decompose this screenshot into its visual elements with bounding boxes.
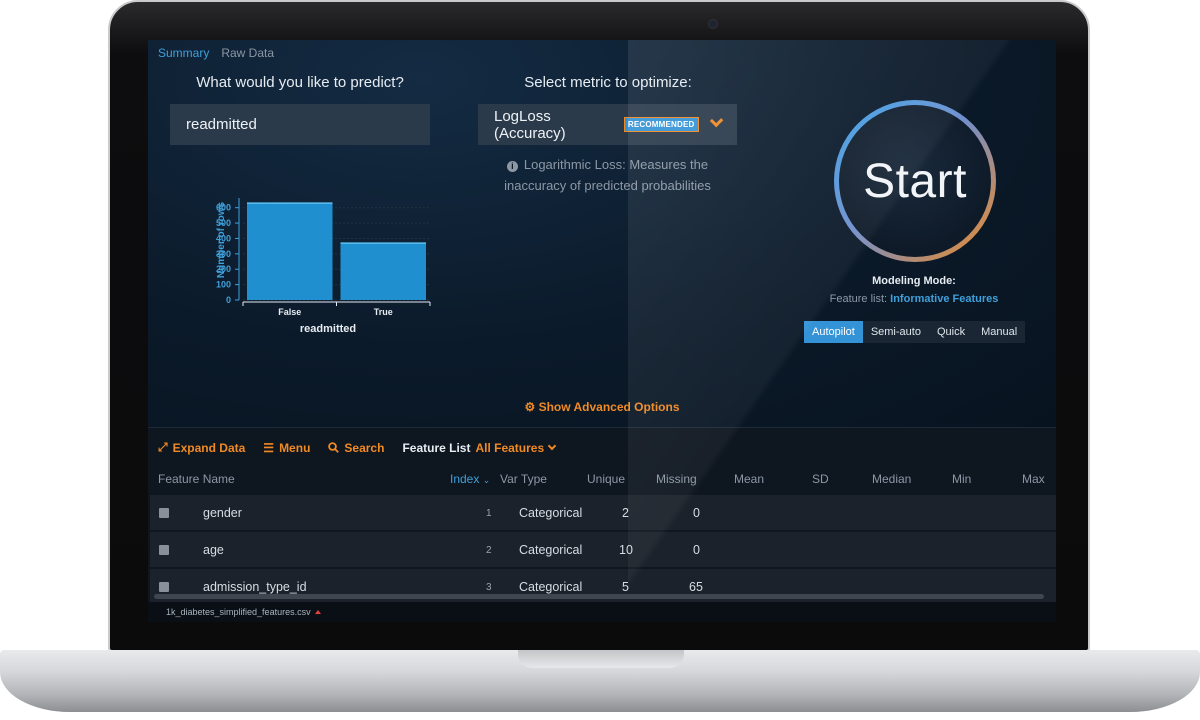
target-distribution-chart: 0100200300400500600 False True Number of … [216,198,431,335]
feature-var-type: Categorical [519,580,583,594]
col-max[interactable]: Max [1022,472,1045,486]
search-icon [328,442,340,453]
hamburger-icon: ☰ [263,440,275,455]
table-row[interactable]: gender 1 Categorical 2 0 [150,495,1056,531]
feature-list-selector[interactable]: Feature List All Features [402,440,557,455]
target-input[interactable]: readmitted [170,104,430,145]
chart-y-label: Number of rows [216,202,227,279]
feature-unique: 5 [622,580,629,594]
data-toolbar: ⤢ Expand Data ☰ Menu Search Feature List… [158,440,557,455]
row-checkbox[interactable] [159,508,169,518]
feature-index: 1 [486,508,492,519]
advanced-options-label: Show Advanced Options [538,400,680,414]
col-feature-name[interactable]: Feature Name [158,472,235,486]
col-mean[interactable]: Mean [734,472,764,486]
feature-name: gender [203,506,242,520]
feature-name: age [203,543,224,557]
feature-missing: 0 [693,543,700,557]
metric-value: LogLoss (Accuracy) [494,107,566,142]
sort-chevron-icon: ⌄ [482,475,491,485]
expand-icon: ⤢ [158,440,168,454]
mode-semi-auto[interactable]: Semi-auto [863,321,929,343]
row-checkbox[interactable] [159,582,169,592]
chart-bar-true[interactable] [340,243,427,300]
tab-summary[interactable]: Summary [158,46,209,60]
chart-y-tick-label: 100 [216,280,231,290]
tab-raw-data[interactable]: Raw Data [221,46,274,60]
search-label: Search [344,440,385,455]
dataset-filename[interactable]: 1k_diabetes_simplified_features.csv [166,607,311,617]
summary-panel: Summary Raw Data What would you like to … [148,40,1056,427]
feature-list-value: All Features [475,440,545,455]
expand-label: Expand Data [172,440,246,455]
chart-bar-false[interactable] [247,203,333,300]
metric-description: i Logarithmic Loss: Measures the inaccura… [478,154,737,196]
col-sd[interactable]: SD [812,472,829,486]
menu-button[interactable]: ☰ Menu [263,441,310,455]
tab-bar: Summary Raw Data [158,46,274,60]
feature-missing: 65 [689,580,703,594]
expand-data-button[interactable]: ⤢ Expand Data [158,440,245,455]
status-bar: 1k_diabetes_simplified_features.csv [148,602,1056,622]
menu-label: Menu [279,440,311,455]
col-var-type[interactable]: Var Type [500,472,547,486]
col-missing[interactable]: Missing [656,472,697,486]
modeling-mode-title: Modeling Mode: [872,275,956,287]
metric-description-text: Logarithmic Loss: Measures the inaccurac… [504,157,711,193]
feature-list-line: Feature list: Informative Features [778,293,1050,305]
laptop-notch [518,650,684,668]
target-question: What would you like to predict? [196,74,404,91]
feature-name: admission_type_id [203,580,307,594]
show-advanced-options-link[interactable]: ⚙ Show Advanced Options [148,400,1056,414]
row-checkbox[interactable] [159,545,169,555]
gears-icon: ⚙ [524,400,536,414]
mode-quick[interactable]: Quick [929,321,973,343]
chevron-down-icon [709,113,724,128]
data-panel: ⤢ Expand Data ☰ Menu Search Feature List… [148,427,1056,622]
horizontal-scrollbar[interactable] [154,594,1044,599]
modeling-mode-selector: Autopilot Semi-auto Quick Manual [804,321,1026,343]
feature-unique: 2 [622,506,629,520]
col-index[interactable]: Index ⌄ [450,472,490,486]
app-screen: Summary Raw Data What would you like to … [148,40,1056,622]
feature-missing: 0 [693,506,700,520]
recommended-badge: RECOMMENDED [623,117,699,132]
caret-up-icon [314,610,321,614]
mode-autopilot[interactable]: Autopilot [804,321,863,343]
feature-unique: 10 [619,543,633,557]
feature-var-type: Categorical [519,506,583,520]
chart-x-label: readmitted [300,323,356,335]
col-min[interactable]: Min [952,472,971,486]
start-label: Start [839,105,991,257]
chart-x-tick-label: False [278,307,301,317]
metric-question: Select metric to optimize: [524,74,692,91]
feature-list-label: Feature List [402,440,471,455]
feature-index: 3 [486,582,492,593]
feature-var-type: Categorical [519,543,583,557]
search-button[interactable]: Search [328,441,384,455]
mode-manual[interactable]: Manual [973,321,1025,343]
col-median[interactable]: Median [872,472,911,486]
feature-list-link[interactable]: Informative Features [890,293,998,305]
col-index-label: Index [450,472,480,486]
info-icon: i [506,161,518,172]
col-unique[interactable]: Unique [587,472,625,486]
table-row[interactable]: age 2 Categorical 10 0 [150,532,1056,568]
chart-y-tick-label: 0 [226,295,231,305]
feature-index: 2 [486,545,492,556]
metric-select[interactable]: LogLoss (Accuracy) RECOMMENDED [478,104,737,145]
table-header: Feature Name Index ⌄ Var Type Unique Mis… [148,468,1056,492]
feature-list-prefix: Feature list: [829,293,888,305]
start-button[interactable]: Start [834,100,996,262]
chevron-down-icon [547,441,557,451]
camera-icon [708,19,718,29]
chart-x-tick-label: True [374,307,393,317]
table-row[interactable]: admission_type_id 3 Categorical 5 65 [150,569,1056,605]
